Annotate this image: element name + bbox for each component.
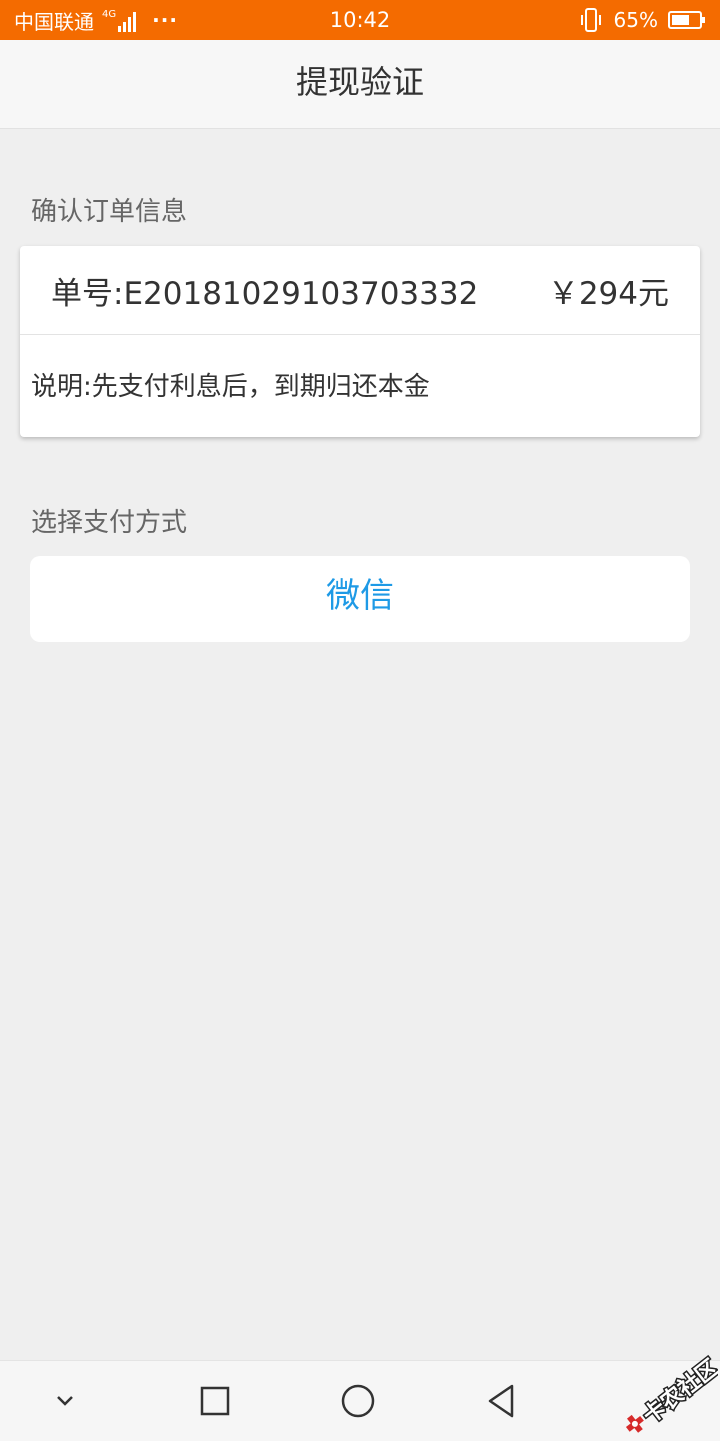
chevron-down-icon[interactable]: [25, 1361, 105, 1441]
order-amount: ￥294元: [547, 276, 669, 312]
order-section-label: 确认订单信息: [31, 197, 188, 227]
battery-icon: [668, 10, 706, 30]
status-bar: 中国联通 4G ··· 10:42 65%: [0, 0, 720, 40]
network-type: 4G: [102, 9, 117, 20]
more-notifications-icon: ···: [152, 8, 178, 32]
home-icon[interactable]: [318, 1361, 398, 1441]
watermark-logo: 卡农社区: [618, 1352, 720, 1434]
back-icon[interactable]: [461, 1361, 541, 1441]
order-card: 单号:E20181029103703332 ￥294元: [20, 246, 700, 437]
svg-text:卡农社区: 卡农社区: [638, 1354, 718, 1429]
wechat-pay-button[interactable]: 微信: [30, 556, 690, 642]
status-left: 中国联通 4G ···: [14, 0, 178, 40]
signal-icon: 4G: [102, 8, 138, 32]
page-title: 提现验证: [0, 40, 720, 129]
status-right: 65%: [580, 0, 706, 40]
battery-percent: 65%: [613, 8, 658, 32]
vibrate-icon: [580, 8, 602, 32]
recent-apps-icon[interactable]: [175, 1361, 255, 1441]
order-number: 单号:E20181029103703332: [51, 276, 479, 312]
order-row: 单号:E20181029103703332 ￥294元: [20, 246, 700, 335]
signal-bars-icon: [118, 12, 137, 32]
payment-section-label: 选择支付方式: [31, 508, 188, 538]
carrier-name: 中国联通: [14, 9, 94, 34]
navigation-bar: [0, 1360, 720, 1441]
order-description: 说明:先支付利息后，到期归还本金: [31, 372, 430, 402]
